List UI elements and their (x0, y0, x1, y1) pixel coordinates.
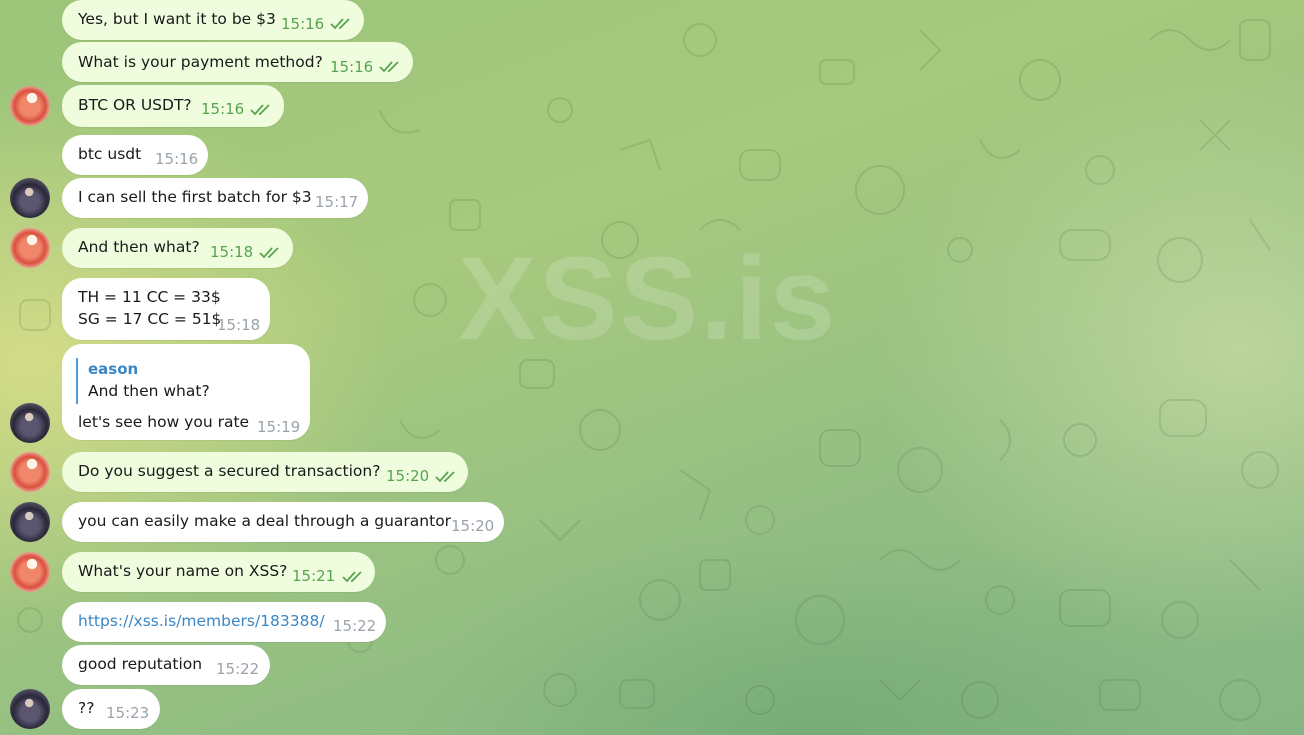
message-text: I can sell the first batch for $3 (78, 188, 312, 206)
double-check-icon (342, 571, 362, 583)
message-time: 15:23 (106, 704, 150, 722)
message-text: ?? (78, 699, 95, 717)
watermark-text: XSS.is (458, 233, 838, 365)
message-time: 15:19 (257, 418, 301, 436)
dark-character-avatar[interactable] (10, 502, 50, 542)
message-text: good reputation (78, 655, 203, 673)
outgoing-message[interactable]: Yes, but I want it to be $3 15:16 (62, 0, 364, 40)
message-time: 15:22 (216, 660, 260, 678)
message-text: BTC OR USDT? (78, 96, 192, 114)
message-time: 15:22 (333, 617, 377, 635)
message-text: let's see how you rate (78, 413, 250, 431)
message-text-line: SG = 17 CC = 51$ (78, 310, 222, 328)
incoming-message[interactable]: I can sell the first batch for $3 15:17 (62, 178, 368, 218)
double-check-icon (379, 61, 399, 73)
dark-character-avatar[interactable] (10, 403, 50, 443)
message-text: Do you suggest a secured transaction? (78, 462, 381, 480)
incoming-message[interactable]: https://xss.is/members/183388/ 15:22 (62, 602, 386, 642)
member-profile-link[interactable]: https://xss.is/members/183388/ (78, 610, 325, 632)
double-check-icon (330, 18, 350, 30)
double-check-icon (259, 247, 279, 259)
incoming-message-reply[interactable]: eason And then what? let's see how you r… (62, 344, 310, 440)
outgoing-message[interactable]: BTC OR USDT? 15:16 (62, 85, 284, 127)
incoming-message[interactable]: TH = 11 CC = 33$ SG = 17 CC = 51$ 15:18 (62, 278, 270, 340)
dark-character-avatar[interactable] (10, 689, 50, 729)
message-text: What's your name on XSS? (78, 562, 288, 580)
double-check-icon (250, 104, 270, 116)
message-time: 15:18 (217, 316, 261, 334)
message-text: btc usdt (78, 145, 142, 163)
message-time: 15:18 (210, 243, 254, 261)
message-time: 15:20 (451, 517, 495, 535)
outgoing-message[interactable]: And then what? 15:18 (62, 228, 293, 268)
message-time: 15:20 (386, 467, 430, 485)
reply-quote[interactable]: eason And then what? (76, 358, 210, 404)
incoming-message[interactable]: you can easily make a deal through a gua… (62, 502, 504, 542)
message-text: Yes, but I want it to be $3 (78, 10, 276, 28)
incoming-message[interactable]: ?? 15:23 (62, 689, 160, 729)
red-character-avatar[interactable] (10, 552, 50, 592)
message-time: 15:16 (201, 100, 245, 118)
reply-text: And then what? (88, 382, 210, 400)
message-text: you can easily make a deal through a gua… (78, 512, 452, 530)
message-time: 15:16 (155, 150, 199, 168)
incoming-message[interactable]: btc usdt 15:16 (62, 135, 208, 175)
outgoing-message[interactable]: What is your payment method? 15:16 (62, 42, 413, 82)
dark-character-avatar[interactable] (10, 178, 50, 218)
red-character-avatar[interactable] (10, 452, 50, 492)
reply-author: eason (88, 360, 139, 378)
message-time: 15:16 (330, 58, 374, 76)
red-character-avatar[interactable] (10, 86, 50, 126)
outgoing-message[interactable]: Do you suggest a secured transaction? 15… (62, 452, 468, 492)
message-text-line: TH = 11 CC = 33$ (78, 288, 221, 306)
red-character-avatar[interactable] (10, 228, 50, 268)
message-text: What is your payment method? (78, 53, 323, 71)
message-time: 15:17 (315, 193, 359, 211)
double-check-icon (435, 471, 455, 483)
outgoing-message[interactable]: What's your name on XSS? 15:21 (62, 552, 375, 592)
incoming-message[interactable]: good reputation 15:22 (62, 645, 270, 685)
message-time: 15:16 (281, 15, 325, 33)
message-text: And then what? (78, 238, 200, 256)
message-time: 15:21 (292, 567, 336, 585)
